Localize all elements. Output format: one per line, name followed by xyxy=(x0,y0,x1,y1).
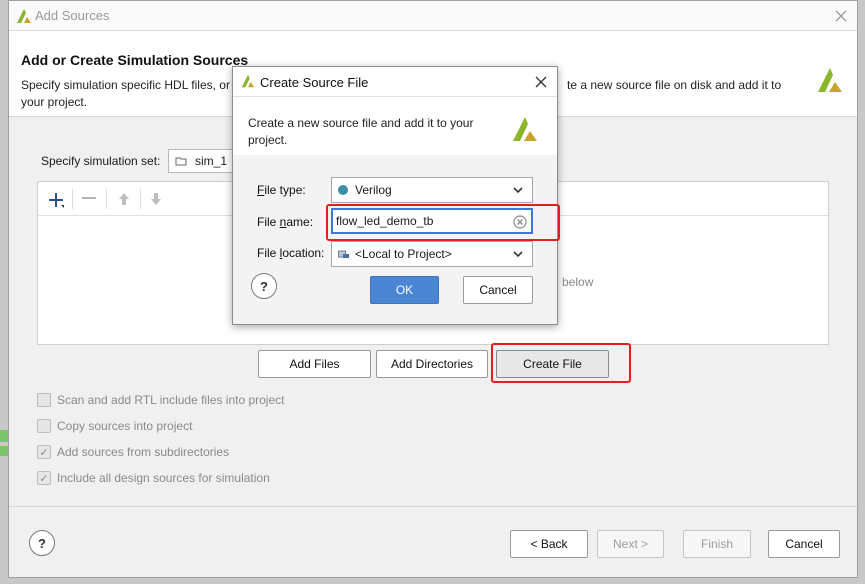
option-include-design-sources[interactable]: ✓ Include all design sources for simulat… xyxy=(37,471,270,485)
dialog-title: Create Source File xyxy=(260,75,369,90)
back-button[interactable]: < Back xyxy=(510,530,588,558)
file-type-value: Verilog xyxy=(355,183,392,197)
file-type-select[interactable]: Verilog xyxy=(331,177,533,203)
option-scan-rtl[interactable]: Scan and add RTL include files into proj… xyxy=(37,393,284,407)
checkbox[interactable] xyxy=(37,393,51,407)
highlight-box xyxy=(326,204,560,241)
dialog-cancel-button[interactable]: Cancel xyxy=(463,276,533,304)
chevron-down-icon xyxy=(513,187,523,194)
dialog-description-line-1: Create a new source file and add it to y… xyxy=(248,116,474,130)
file-type-label: File type: xyxy=(257,183,306,197)
checkbox-checked[interactable]: ✓ xyxy=(37,471,51,485)
ok-button[interactable]: OK xyxy=(370,276,439,304)
sim-set-label: Specify simulation set: xyxy=(41,154,161,168)
add-directories-button[interactable]: Add Directories xyxy=(376,350,488,378)
checkbox[interactable] xyxy=(37,419,51,433)
remove-icon[interactable] xyxy=(82,196,96,200)
panel-hint: below xyxy=(562,275,594,289)
file-location-value: <Local to Project> xyxy=(355,247,452,261)
description-line-1-tail: te a new source file on disk and add it … xyxy=(567,78,782,92)
verilog-dot-icon xyxy=(338,185,348,195)
option-copy-sources[interactable]: Copy sources into project xyxy=(37,419,192,433)
bg-window-strip xyxy=(0,446,8,456)
close-icon[interactable] xyxy=(835,10,847,22)
close-icon[interactable] xyxy=(535,76,547,88)
next-button[interactable]: Next > xyxy=(597,530,664,558)
folder-icon xyxy=(175,157,187,166)
option-add-subdirectories[interactable]: ✓ Add sources from subdirectories xyxy=(37,445,229,459)
add-icon[interactable] xyxy=(48,192,64,208)
move-up-icon[interactable] xyxy=(118,192,130,206)
chevron-down-icon xyxy=(513,251,523,258)
project-folder-icon xyxy=(338,250,349,258)
file-location-select[interactable]: <Local to Project> xyxy=(331,241,533,267)
dialog-description-line-2: project. xyxy=(248,133,288,147)
description-line-1: Specify simulation specific HDL files, o… xyxy=(21,78,230,92)
title-bar: Add Sources xyxy=(9,1,857,31)
checkbox-checked[interactable]: ✓ xyxy=(37,445,51,459)
create-source-file-dialog: Create Source File Create a new source f… xyxy=(232,66,560,325)
sim-set-select[interactable]: sim_1 xyxy=(168,149,238,173)
cancel-button[interactable]: Cancel xyxy=(768,530,840,558)
description-line-2: your project. xyxy=(21,95,88,109)
vivado-logo-icon xyxy=(818,68,842,92)
move-down-icon[interactable] xyxy=(150,192,162,206)
page-title: Add or Create Simulation Sources xyxy=(21,52,249,68)
add-files-button[interactable]: Add Files xyxy=(258,350,371,378)
window-title: Add Sources xyxy=(35,8,110,23)
dialog-header: Create a new source file and add it to y… xyxy=(233,97,557,155)
file-location-label: File location: xyxy=(257,246,325,260)
dialog-title-bar: Create Source File xyxy=(233,67,557,97)
vivado-logo-icon xyxy=(17,9,31,23)
help-button[interactable]: ? xyxy=(29,530,55,556)
file-name-label: File name: xyxy=(257,215,314,229)
highlight-box xyxy=(491,343,631,383)
sim-set-value: sim_1 xyxy=(195,154,228,168)
finish-button[interactable]: Finish xyxy=(683,530,751,558)
vivado-logo-icon xyxy=(241,74,255,88)
bg-window-strip xyxy=(0,430,8,442)
vivado-logo-icon xyxy=(513,117,537,141)
dialog-help-button[interactable]: ? xyxy=(251,273,277,299)
